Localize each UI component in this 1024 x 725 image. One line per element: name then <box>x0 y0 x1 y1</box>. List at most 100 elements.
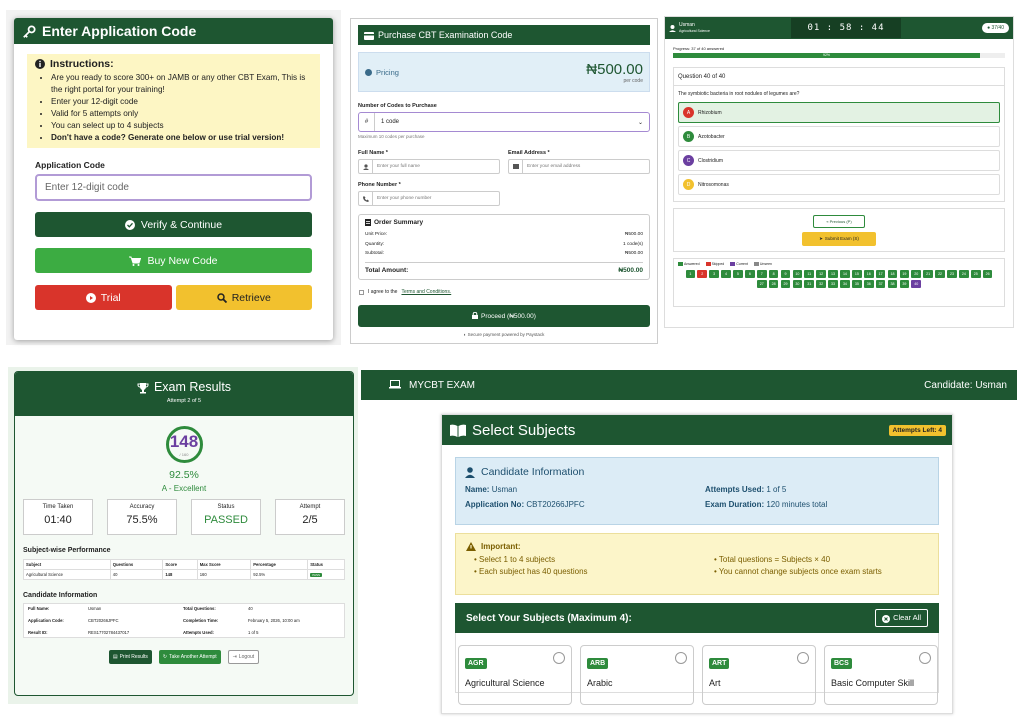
question-number-button[interactable]: 40 <box>911 280 922 289</box>
question-number-button[interactable]: 5 <box>733 270 743 279</box>
question-number-button[interactable]: 29 <box>780 280 791 289</box>
legend-item: Unseen <box>753 262 772 267</box>
subject-name: Basic Computer Skill <box>831 678 915 688</box>
question-number-button[interactable]: 16 <box>863 270 874 279</box>
subject-radio[interactable] <box>797 652 809 664</box>
question-number-button[interactable]: 26 <box>982 270 993 279</box>
question-number-button[interactable]: 19 <box>899 270 910 279</box>
question-number-button[interactable]: 22 <box>935 270 945 279</box>
subject-card[interactable]: ART Art <box>702 645 816 705</box>
subject-name: Agricultural Science <box>465 678 545 688</box>
info-key: Completion Time: <box>183 618 219 623</box>
info-value: 40 <box>248 606 253 611</box>
select-subjects-panel: MYCBT EXAM Candidate: Usman Select Subje… <box>361 370 1017 714</box>
question-number-button[interactable]: 9 <box>780 270 791 279</box>
proceed-button[interactable]: Proceed (₦500.00) <box>358 305 650 327</box>
table-cell: 160 <box>196 569 252 580</box>
terms-link[interactable]: Terms and Conditions. <box>401 289 451 295</box>
email-field[interactable]: Enter your email address <box>508 159 650 174</box>
buy-code-button[interactable]: Buy New Code <box>35 248 312 273</box>
instructions-title: Instructions: <box>50 58 114 70</box>
trial-button[interactable]: Trial <box>35 285 172 310</box>
shield-icon: ◐ <box>463 332 467 337</box>
question-number-button[interactable]: 21 <box>923 270 933 279</box>
question-number-button[interactable]: 23 <box>947 270 957 279</box>
previous-button[interactable]: « Previous (P) <box>813 214 865 228</box>
question-number-button[interactable]: 6 <box>745 270 755 279</box>
question-number-button[interactable]: 17 <box>875 270 886 279</box>
credit-card-icon <box>364 30 374 40</box>
question-number-button[interactable]: 4 <box>721 270 731 279</box>
duration-value: 120 minutes total <box>766 500 828 509</box>
stat-card: Attempt 2/5 <box>275 499 345 535</box>
question-number-button[interactable]: 30 <box>792 280 803 289</box>
question-number-button[interactable]: 24 <box>959 270 969 279</box>
submit-exam-button[interactable]: ➤ Submit Exam (S) <box>802 231 876 246</box>
terms-checkbox[interactable] <box>359 289 364 295</box>
subject-radio[interactable] <box>919 652 931 664</box>
user-icon <box>359 160 373 173</box>
subject-card[interactable]: BCS Basic Computer Skill <box>824 645 938 705</box>
print-results-button[interactable]: ▤ Print Results <box>108 650 152 664</box>
question-number-button[interactable]: 34 <box>840 280 850 289</box>
question-number-button[interactable]: 12 <box>816 270 826 279</box>
question-number-button[interactable]: 2 <box>697 270 708 279</box>
app-code-panel: Enter Application Code Instructions: Are… <box>6 10 341 345</box>
stat-label: Attempt <box>299 504 321 510</box>
question-number-button[interactable]: 36 <box>863 280 874 289</box>
question-number-button[interactable]: 35 <box>852 280 862 289</box>
verify-button[interactable]: Verify & Continue <box>35 212 312 237</box>
results-title: Exam Results <box>153 380 232 394</box>
application-no-key: Application No: <box>465 500 525 509</box>
results-header: Exam Results Attempt 2 of 5 <box>15 372 353 416</box>
retrieve-button[interactable]: Retrieve <box>175 285 312 310</box>
legend-label: Skipped <box>711 262 725 266</box>
info-icon <box>365 68 372 77</box>
question-number-button[interactable]: 31 <box>804 280 815 289</box>
subject-radio[interactable] <box>675 652 687 664</box>
subject-table: Subject Questions Score Max Score Percentage… <box>23 559 345 580</box>
play-icon <box>85 292 96 304</box>
question-number-button[interactable]: 39 <box>899 280 910 289</box>
question-number-button[interactable]: 20 <box>911 270 922 279</box>
question-number-button[interactable]: 14 <box>840 270 850 279</box>
question-number-button[interactable]: 3 <box>709 270 719 279</box>
question-number-button[interactable]: 13 <box>828 270 838 279</box>
question-number-button[interactable]: 1 <box>685 270 696 279</box>
question-number-button[interactable]: 10 <box>792 270 803 279</box>
code-input[interactable]: Enter 12-digit code <box>35 174 312 201</box>
question-number-button[interactable]: 7 <box>756 270 767 279</box>
instruction-item: Don't have a code? Generate one below or… <box>51 132 312 144</box>
clear-all-button[interactable]: Clear All <box>875 609 928 627</box>
subject-card[interactable]: AGR Agricultural Science <box>458 645 572 705</box>
phone-field[interactable]: Enter your phone number <box>358 191 500 206</box>
total-label: Total Amount: <box>365 266 409 274</box>
question-number-button[interactable]: 25 <box>970 270 981 279</box>
logout-icon: ⇥ <box>232 654 237 660</box>
answer-option[interactable]: D Nitrosomonas <box>678 174 1000 195</box>
question-number-button[interactable]: 27 <box>756 280 767 289</box>
question-number-button[interactable]: 38 <box>887 280 898 289</box>
subject-radio[interactable] <box>553 652 565 664</box>
answer-option[interactable]: C Clostridium <box>678 150 1000 171</box>
question-number-button[interactable]: 32 <box>816 280 826 289</box>
question-nav: « Previous (P) ➤ Submit Exam (S) <box>673 208 1005 252</box>
question-number-button[interactable]: 33 <box>828 280 838 289</box>
question-number-button[interactable]: 15 <box>852 270 862 279</box>
question-number-button[interactable]: 8 <box>768 270 779 279</box>
subject-card[interactable]: ARB Arabic <box>580 645 694 705</box>
fullname-field[interactable]: Enter your full name <box>358 159 500 174</box>
take-another-attempt-button[interactable]: ↻ Take Another Attempt <box>158 650 221 664</box>
question-number-button[interactable]: 18 <box>887 270 898 279</box>
price-value: ₦500.00 <box>586 60 643 78</box>
question-number-button[interactable]: 37 <box>875 280 886 289</box>
agree-text: I agree to the <box>368 289 398 295</box>
answer-option[interactable]: A Rhizobium <box>678 102 1000 123</box>
question-number-button[interactable]: 28 <box>768 280 779 289</box>
answer-option[interactable]: B Azotobacter <box>678 126 1000 147</box>
duration-key: Exam Duration: <box>705 500 765 509</box>
num-codes-select[interactable]: #1 code ⌄ <box>358 112 650 132</box>
question-number-button[interactable]: 11 <box>804 270 815 279</box>
brand-name[interactable]: MYCBT EXAM <box>409 380 475 391</box>
logout-button[interactable]: ⇥ Logout <box>227 650 260 664</box>
